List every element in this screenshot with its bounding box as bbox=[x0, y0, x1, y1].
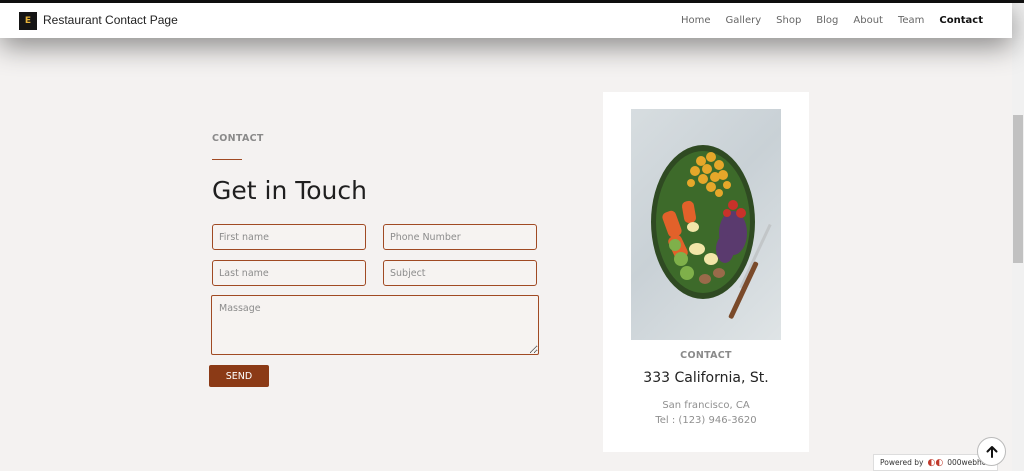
page-scrollbar[interactable] bbox=[1012, 3, 1024, 471]
page-heading: Get in Touch bbox=[212, 176, 367, 205]
card-address: 333 California, St. bbox=[643, 370, 769, 386]
arrow-up-icon bbox=[986, 445, 997, 458]
subject-input[interactable] bbox=[383, 260, 537, 286]
powered-by-label: Powered by bbox=[880, 458, 924, 467]
message-textarea[interactable] bbox=[211, 295, 539, 355]
nav-item-shop[interactable]: Shop bbox=[776, 15, 801, 26]
salad-illustration bbox=[651, 145, 772, 319]
nav-item-contact[interactable]: Contact bbox=[939, 15, 983, 26]
phone-number-input[interactable] bbox=[383, 224, 537, 250]
nav-item-blog[interactable]: Blog bbox=[816, 15, 838, 26]
nav-item-about[interactable]: About bbox=[853, 15, 883, 26]
contact-eyebrow: CONTACT bbox=[212, 133, 264, 144]
card-eyebrow: CONTACT bbox=[680, 350, 732, 361]
contact-card: CONTACT 333 California, St. San francisc… bbox=[603, 92, 809, 452]
brand-logo-icon[interactable]: E bbox=[19, 12, 37, 30]
scrollbar-thumb[interactable] bbox=[1013, 115, 1023, 263]
scroll-to-top-button[interactable] bbox=[977, 437, 1006, 466]
navbar: E Restaurant Contact Page Home Gallery S… bbox=[0, 3, 1012, 38]
send-button[interactable]: SEND bbox=[209, 365, 269, 387]
last-name-input[interactable] bbox=[212, 260, 366, 286]
nav-item-team[interactable]: Team bbox=[898, 15, 924, 26]
card-city: San francisco, CA bbox=[662, 400, 750, 411]
nav-menu: Home Gallery Shop Blog About Team Contac… bbox=[681, 15, 983, 26]
brand-title[interactable]: Restaurant Contact Page bbox=[43, 13, 178, 27]
first-name-input[interactable] bbox=[212, 224, 366, 250]
nav-item-gallery[interactable]: Gallery bbox=[726, 15, 762, 26]
card-telephone: Tel : (123) 946-3620 bbox=[655, 415, 757, 426]
webhost-logo-icon: ◐◐ bbox=[927, 457, 944, 468]
salad-bowl-photo bbox=[631, 109, 781, 340]
eyebrow-divider bbox=[212, 159, 242, 160]
nav-item-home[interactable]: Home bbox=[681, 15, 711, 26]
